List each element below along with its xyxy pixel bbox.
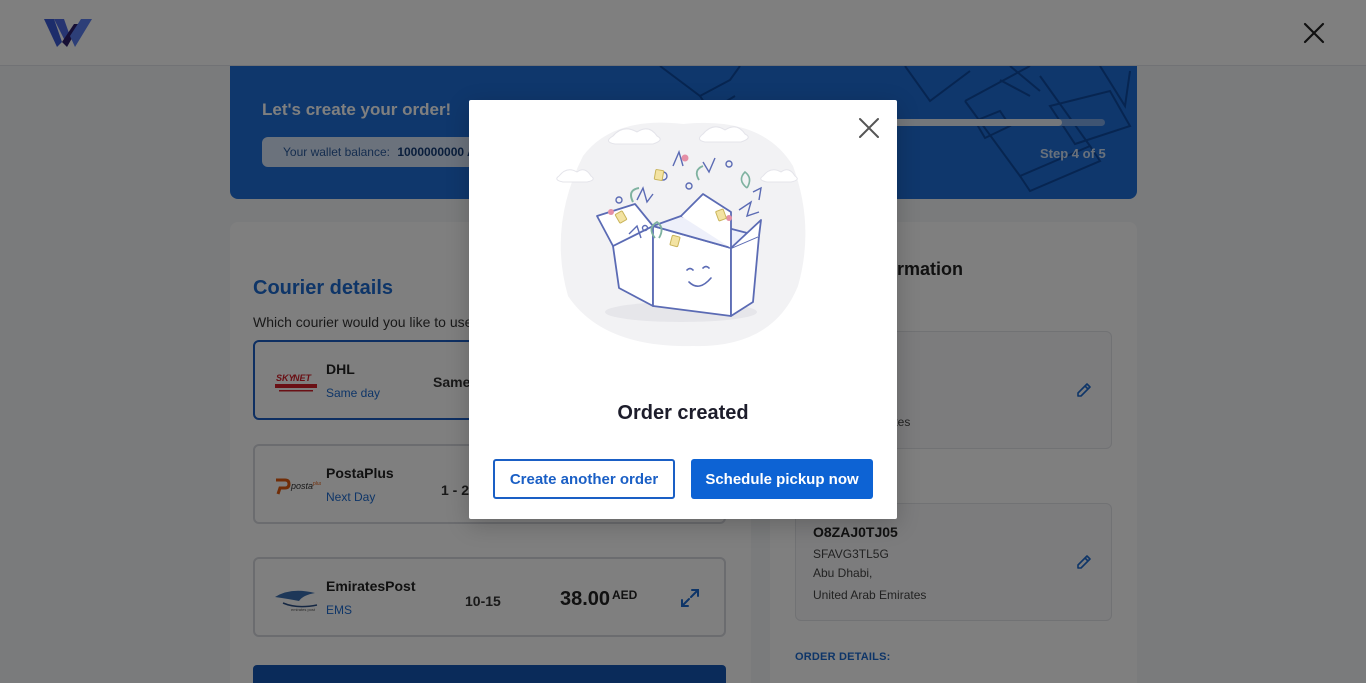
celebration-box-illustration (556, 122, 806, 347)
schedule-pickup-button[interactable]: Schedule pickup now (691, 459, 873, 499)
order-created-modal: Order created Create another order Sched… (469, 100, 897, 519)
create-another-order-button[interactable]: Create another order (493, 459, 675, 499)
close-icon[interactable] (858, 117, 880, 139)
modal-title: Order created (617, 402, 749, 424)
